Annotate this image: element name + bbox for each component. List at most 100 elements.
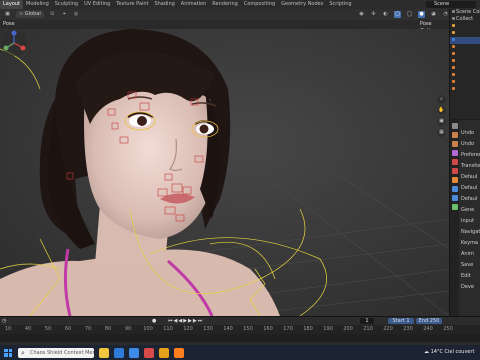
overlay-icon[interactable]: ◐ <box>382 11 389 18</box>
outliner-item-icon <box>452 87 455 90</box>
workspace-tab[interactable]: UV Editing <box>81 0 113 9</box>
windows-start-icon[interactable] <box>4 348 12 357</box>
outliner-item[interactable] <box>450 65 480 72</box>
properties-row[interactable]: Defaul <box>461 196 480 202</box>
workspace-tab[interactable]: Geometry Nodes <box>278 0 326 9</box>
outliner-item[interactable] <box>450 44 480 51</box>
weather-widget[interactable]: ☁ 14°C Ciel couvert <box>424 347 475 357</box>
workspace-tab[interactable]: Modeling <box>23 0 52 9</box>
render-tab-icon[interactable] <box>452 132 458 138</box>
object-tab-icon[interactable] <box>452 177 458 183</box>
workspace-tab[interactable]: Scripting <box>326 0 354 9</box>
outliner-item[interactable] <box>450 30 480 37</box>
properties-tabs <box>450 120 459 316</box>
navigation-gizmo[interactable] <box>0 29 28 57</box>
transform-orientation-dropdown[interactable]: ⊹ Global <box>16 11 44 18</box>
snap-icon[interactable]: ⌖ <box>61 11 68 18</box>
current-frame-field[interactable]: 1 <box>360 318 374 324</box>
properties-row[interactable]: Input <box>461 218 480 224</box>
world-tab-icon[interactable] <box>452 168 458 174</box>
outliner-item-icon <box>452 24 455 27</box>
modifier-tab-icon[interactable] <box>452 186 458 192</box>
properties-row[interactable]: Gene <box>461 207 480 213</box>
taskbar-search-box[interactable]: Chaos Shield Context Menu <box>18 347 94 358</box>
workspace-tab[interactable]: Rendering <box>209 0 241 9</box>
zoom-icon[interactable]: ⌕ <box>437 95 446 104</box>
workspace-tab[interactable]: Texture Paint <box>113 0 151 9</box>
properties-row[interactable]: Navigati <box>461 229 480 235</box>
frame-ruler[interactable]: 10 40 50 60 70 80 90 100 110 120 130 140 150 160 170 18… <box>0 325 480 334</box>
playback-controls[interactable]: ⏮◀◀▶▶▶⏭ <box>168 318 203 324</box>
end-frame-field[interactable]: End 250 <box>416 318 442 324</box>
shading-material-icon[interactable]: ◕ <box>430 11 437 18</box>
workspace-tab[interactable]: Compositing <box>241 0 278 9</box>
scene-label[interactable]: Scene <box>434 0 449 9</box>
frame-tick-label: 130 <box>203 326 213 332</box>
proportional-edit-icon[interactable]: ◎ <box>73 11 80 18</box>
data-tab-icon[interactable] <box>452 204 458 210</box>
taskbar-app-icon[interactable] <box>174 347 184 358</box>
start-frame-field[interactable]: Start 1 <box>388 318 414 324</box>
properties-row[interactable]: Anim <box>461 251 480 257</box>
perspective-toggle-icon[interactable]: ▦ <box>437 128 446 137</box>
xray-icon[interactable]: ▢ <box>394 11 401 18</box>
outliner-item[interactable]: Scene Coll <box>450 9 480 16</box>
outliner-item[interactable] <box>450 72 480 79</box>
taskbar-app-icon[interactable] <box>129 347 139 358</box>
workspace-tab[interactable]: Sculpting <box>52 0 81 9</box>
view-layer-tab-icon[interactable] <box>452 150 458 156</box>
interaction-mode[interactable]: Pose <box>3 21 15 28</box>
properties-row[interactable]: Undo <box>461 141 480 147</box>
tool-tab-icon[interactable] <box>452 123 458 129</box>
pan-hand-icon[interactable]: ✋ <box>437 106 446 115</box>
taskbar-app-icon[interactable] <box>159 347 169 358</box>
iris-left <box>137 116 147 126</box>
properties-row[interactable]: Undo <box>461 130 480 136</box>
shading-wireframe-icon[interactable]: ◯ <box>406 11 413 18</box>
pose-options-button[interactable]: Pose Options <box>420 21 449 34</box>
record-icon[interactable]: ● <box>152 318 156 324</box>
camera-view-icon[interactable]: ▣ <box>437 117 446 126</box>
properties-row[interactable]: Defaul <box>461 185 480 191</box>
outliner-item-icon <box>452 17 455 20</box>
outliner-item[interactable] <box>450 37 480 44</box>
output-tab-icon[interactable] <box>452 141 458 147</box>
properties-row[interactable]: Deve <box>461 284 480 290</box>
outliner-item[interactable] <box>450 79 480 86</box>
timeline-editor: ◷ ● ⏮◀◀▶▶▶⏭ 1 Start 1 End 250 10 40 50 60 70… <box>0 316 480 343</box>
properties-row[interactable]: Preferen <box>461 152 480 158</box>
outliner-item-label: Collect <box>456 16 474 22</box>
taskbar-app-icon[interactable] <box>114 347 124 358</box>
shading-rendered-icon[interactable]: ◔ <box>442 11 449 18</box>
end-label: End <box>418 318 429 324</box>
3d-viewport[interactable]: ⌕ ✋ ▣ ▦ <box>0 29 449 316</box>
physics-tab-icon[interactable] <box>452 195 458 201</box>
outliner-item[interactable] <box>450 51 480 58</box>
properties-row[interactable]: Defaul <box>461 174 480 180</box>
frame-tick-label: 230 <box>403 326 413 332</box>
gizmo-toggle-icon[interactable]: ✣ <box>370 11 377 18</box>
taskbar-app-icon[interactable] <box>99 347 109 358</box>
frame-tick-label: 200 <box>343 326 353 332</box>
editor-type-icon[interactable]: ▣ <box>4 11 11 18</box>
shading-solid-icon[interactable]: ● <box>418 11 425 18</box>
visibility-icon[interactable]: ◉ <box>358 11 365 18</box>
properties-row[interactable]: Edit <box>461 273 480 279</box>
taskbar-app-icon[interactable] <box>144 347 154 358</box>
outliner-item-icon <box>452 10 455 13</box>
orientation-label: Global <box>24 11 41 17</box>
outliner-item[interactable] <box>450 86 480 93</box>
workspace-tab[interactable]: Animation <box>178 0 210 9</box>
properties-row[interactable]: Transfor <box>461 163 480 169</box>
outliner-item[interactable]: Collect <box>450 16 480 23</box>
workspace-tab[interactable]: Layout <box>0 0 23 9</box>
workspace-tab[interactable]: Shading <box>151 0 177 9</box>
properties-row[interactable]: Keyma <box>461 240 480 246</box>
scene-tab-icon[interactable] <box>452 159 458 165</box>
properties-row[interactable]: Save <box>461 262 480 268</box>
outliner-item[interactable] <box>450 23 480 30</box>
timeline-editor-icon[interactable]: ◷ <box>2 318 6 324</box>
pivot-icon[interactable]: ⊙ <box>49 11 56 18</box>
frame-tick-label: 180 <box>303 326 313 332</box>
outliner-item[interactable] <box>450 58 480 65</box>
